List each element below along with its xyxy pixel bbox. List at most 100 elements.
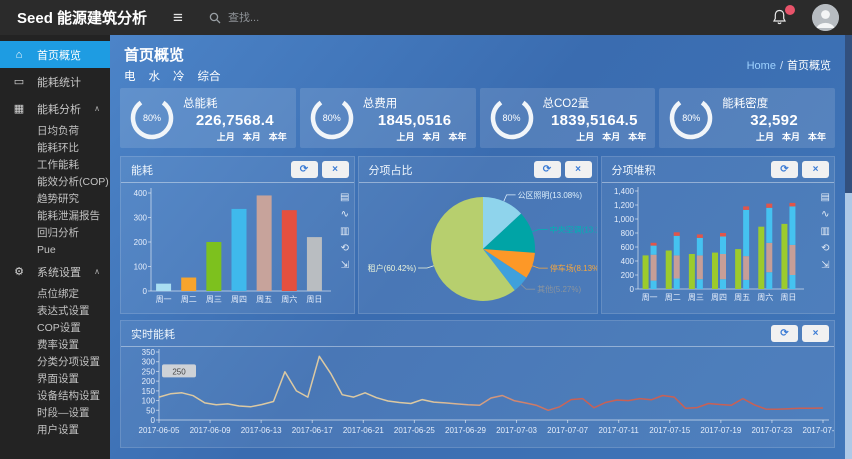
sidebar-item-ui-settings[interactable]: 界面设置 xyxy=(0,370,110,387)
scrollbar-thumb[interactable] xyxy=(845,193,852,459)
svg-text:150: 150 xyxy=(142,387,156,396)
refresh-button[interactable]: ⟳ xyxy=(534,161,561,178)
medium-tabs: 电 水 冷 综合 xyxy=(124,68,831,84)
svg-text:周四: 周四 xyxy=(711,293,727,302)
panel-energy: 能耗 ⟳ × 0100200300400周一周二周三周四周五周六周日 ▤ ∿ ▥… xyxy=(120,156,355,314)
data-view-icon[interactable]: ▤ xyxy=(821,193,830,203)
svg-text:周二: 周二 xyxy=(181,295,197,304)
sidebar-item-energy-statistics[interactable]: ▭ 能耗统计 xyxy=(0,68,110,95)
page-scrollbar[interactable] xyxy=(845,35,852,459)
sidebar-item-pue[interactable]: Pue xyxy=(0,241,110,258)
chevron-up-icon: ∧ xyxy=(94,267,110,276)
line-chart-icon[interactable]: ∿ xyxy=(340,210,349,220)
breadcrumb-home-link[interactable]: Home xyxy=(747,60,776,72)
sidebar-item-daily-load[interactable]: 日均负荷 xyxy=(0,122,110,139)
share-pie-chart: 公区照明(13.08%)中央空调(13.10%)停车场(8.13%)其他(5.2… xyxy=(359,183,597,313)
kpi-value: 1845,0516 xyxy=(363,112,467,129)
sidebar-item-system-settings[interactable]: ⚙ 系统设置 ∧ xyxy=(0,258,110,285)
download-icon[interactable]: ⇲ xyxy=(340,261,349,271)
tab-cooling[interactable]: 冷 xyxy=(173,68,185,84)
svg-text:周日: 周日 xyxy=(306,295,322,304)
kpi-value: 226,7568.4 xyxy=(183,112,287,129)
restore-icon[interactable]: ⟲ xyxy=(340,244,349,254)
svg-text:2017-07-19: 2017-07-19 xyxy=(700,426,741,435)
grid-icon: ▦ xyxy=(12,102,26,115)
breadcrumb-current: 首页概览 xyxy=(787,60,831,72)
search-input[interactable] xyxy=(228,12,338,24)
user-icon xyxy=(812,4,839,31)
panel-title: 能耗 xyxy=(131,162,153,178)
svg-text:2017-06-21: 2017-06-21 xyxy=(343,426,384,435)
svg-text:2017-07-23: 2017-07-23 xyxy=(751,426,792,435)
link-this-month[interactable]: 本月 xyxy=(243,130,261,143)
link-this-year[interactable]: 本年 xyxy=(628,130,646,143)
svg-text:2017-07-24: 2017-07-24 xyxy=(803,426,834,435)
sidebar-item-leak-report[interactable]: 能耗泄漏报告 xyxy=(0,207,110,224)
app-title: Seed 能源建筑分析 xyxy=(0,7,147,28)
link-this-year[interactable]: 本年 xyxy=(269,130,287,143)
svg-text:周一: 周一 xyxy=(641,293,657,302)
tab-comprehensive[interactable]: 综合 xyxy=(198,68,221,84)
link-this-month[interactable]: 本月 xyxy=(782,130,800,143)
link-this-month[interactable]: 本月 xyxy=(422,130,440,143)
bar-chart-icon[interactable]: ▥ xyxy=(340,227,349,237)
sidebar-item-regression[interactable]: 回归分析 xyxy=(0,224,110,241)
close-button[interactable]: × xyxy=(322,161,349,178)
svg-text:2017-07-03: 2017-07-03 xyxy=(496,426,537,435)
sidebar-item-expression-settings[interactable]: 表达式设置 xyxy=(0,302,110,319)
sidebar-item-point-binding[interactable]: 点位绑定 xyxy=(0,285,110,302)
notifications-button[interactable] xyxy=(772,9,788,27)
kpi-title: 总能耗 xyxy=(183,93,287,111)
svg-text:周三: 周三 xyxy=(687,293,703,302)
line-chart-icon[interactable]: ∿ xyxy=(821,210,830,220)
refresh-button[interactable]: ⟳ xyxy=(771,325,798,342)
sidebar-item-cop-settings[interactable]: COP设置 xyxy=(0,319,110,336)
sidebar-item-cop-analysis[interactable]: 能效分析(COP) xyxy=(0,173,110,190)
sidebar-item-user-settings[interactable]: 用户设置 xyxy=(0,421,110,438)
svg-text:公区照明(13.08%): 公区照明(13.08%) xyxy=(517,191,582,200)
link-this-year[interactable]: 本年 xyxy=(448,130,466,143)
tab-water[interactable]: 水 xyxy=(149,68,161,84)
kpi-title: 总CO2量 xyxy=(543,93,647,111)
user-avatar[interactable] xyxy=(812,4,839,31)
svg-text:2017-06-17: 2017-06-17 xyxy=(292,426,333,435)
sidebar-item-rate-settings[interactable]: 费率设置 xyxy=(0,336,110,353)
refresh-button[interactable]: ⟳ xyxy=(291,161,318,178)
kpi-value: 32,592 xyxy=(722,112,826,129)
kpi-title: 总费用 xyxy=(363,93,467,111)
svg-text:250: 250 xyxy=(172,367,186,376)
panel-share-pie: 分项占比 ⟳ × 公区照明(13.08%)中央空调(13.10%)停车场(8.1… xyxy=(358,156,598,314)
close-button[interactable]: × xyxy=(565,161,592,178)
panel-stacked: 分项堆积 ⟳ × 02004006008001,0001,2001,400周一周… xyxy=(601,156,836,314)
sidebar-item-period-settings[interactable]: 时段—设置 xyxy=(0,404,110,421)
sidebar-item-energy-mom[interactable]: 能耗环比 xyxy=(0,139,110,156)
sidebar-item-category-settings[interactable]: 分类分项设置 xyxy=(0,353,110,370)
kpi-card-total-energy: 80% 总能耗 226,7568.4 上月本月本年 xyxy=(120,88,296,148)
restore-icon[interactable]: ⟲ xyxy=(821,244,830,254)
download-icon[interactable]: ⇲ xyxy=(821,261,830,271)
data-view-icon[interactable]: ▤ xyxy=(340,193,349,203)
donut-gauge: 80% xyxy=(668,95,714,141)
link-this-month[interactable]: 本月 xyxy=(602,130,620,143)
bar-chart-icon[interactable]: ▥ xyxy=(821,227,830,237)
svg-text:中央空调(13.10%): 中央空调(13.10%) xyxy=(549,224,596,234)
link-last-month[interactable]: 上月 xyxy=(576,130,594,143)
tab-electric[interactable]: 电 xyxy=(124,68,136,84)
close-button[interactable]: × xyxy=(802,325,829,342)
hamburger-menu-icon[interactable]: ≡ xyxy=(173,9,183,26)
link-last-month[interactable]: 上月 xyxy=(217,130,235,143)
svg-text:周五: 周五 xyxy=(734,293,750,302)
sidebar-item-home-overview[interactable]: ⌂ 首页概览 xyxy=(0,41,110,68)
svg-text:1,400: 1,400 xyxy=(613,187,634,196)
refresh-button[interactable]: ⟳ xyxy=(771,161,798,178)
link-this-year[interactable]: 本年 xyxy=(808,130,826,143)
sidebar-item-work-energy[interactable]: 工作能耗 xyxy=(0,156,110,173)
link-last-month[interactable]: 上月 xyxy=(396,130,414,143)
chevron-up-icon: ∧ xyxy=(94,104,110,113)
search-box[interactable] xyxy=(209,12,338,24)
sidebar-item-device-structure[interactable]: 设备结构设置 xyxy=(0,387,110,404)
close-button[interactable]: × xyxy=(802,161,829,178)
link-last-month[interactable]: 上月 xyxy=(756,130,774,143)
sidebar-item-trend-research[interactable]: 趋势研究 xyxy=(0,190,110,207)
sidebar-item-energy-analysis[interactable]: ▦ 能耗分析 ∧ xyxy=(0,95,110,122)
